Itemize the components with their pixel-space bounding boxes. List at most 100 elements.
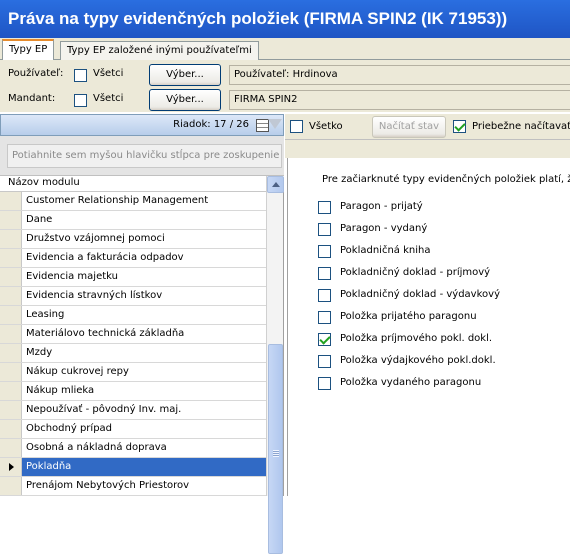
user-value: Používateľ: Hrdinova	[229, 65, 570, 85]
ep-type-option[interactable]: Pokladničná kniha	[318, 243, 568, 261]
ep-type-option[interactable]: Položka prijatého paragonu	[318, 309, 568, 327]
ep-type-checkbox[interactable]	[318, 289, 331, 302]
module-name-cell: Evidencia stravných lístkov	[26, 290, 163, 301]
continuous-load-label: Priebežne načítavať	[472, 121, 570, 132]
row-indicator-cell[interactable]	[0, 382, 22, 400]
ep-type-option[interactable]: Položka výdajkového pokl.dokl.	[318, 353, 568, 371]
module-name-cell: Nepoužívať - pôvodný Inv. maj.	[26, 404, 182, 415]
module-name-cell: Evidencia a fakturácia odpadov	[26, 252, 184, 263]
select-all-label: Všetko	[309, 121, 343, 132]
table-row[interactable]: Nepoužívať - pôvodný Inv. maj.	[0, 401, 266, 420]
table-row[interactable]: Customer Relationship Management	[0, 192, 266, 211]
table-row[interactable]: Pokladňa	[0, 458, 266, 477]
user-select-button[interactable]: Výber...	[149, 64, 221, 86]
module-name-cell: Customer Relationship Management	[26, 195, 209, 206]
table-row[interactable]: Leasing	[0, 306, 266, 325]
ep-type-label: Položka príjmového pokl. dokl.	[340, 333, 493, 344]
module-name-cell: Dane	[26, 214, 53, 225]
ep-type-checkbox[interactable]	[318, 355, 331, 368]
module-name-cell: Nákup cukrovej repy	[26, 366, 129, 377]
row-indicator-cell[interactable]	[0, 401, 22, 419]
ep-type-option[interactable]: Položka vydaného paragonu	[318, 375, 568, 393]
module-grid: Riadok: 17 / 26 Potiahnite sem myšou hla…	[0, 114, 284, 554]
row-indicator-cell[interactable]	[0, 477, 22, 495]
row-indicator-cell[interactable]	[0, 268, 22, 286]
ep-type-checkbox[interactable]	[318, 267, 331, 280]
user-all-checkbox[interactable]	[74, 69, 87, 82]
module-name-cell: Družstvo vzájomnej pomoci	[26, 233, 165, 244]
ep-type-option[interactable]: Paragon - prijatý	[318, 199, 568, 217]
table-row[interactable]: Osobná a nákladná doprava	[0, 439, 266, 458]
ep-type-label: Pokladničná kniha	[340, 245, 431, 256]
table-row[interactable]: Evidencia majetku	[0, 268, 266, 287]
mandant-all-label: Všetci	[93, 93, 124, 104]
ep-type-checkbox[interactable]	[318, 201, 331, 214]
grid-scrollbar[interactable]	[266, 176, 284, 554]
row-indicator-cell[interactable]	[0, 458, 22, 476]
row-indicator-cell[interactable]	[0, 230, 22, 248]
module-name-cell: Osobná a nákladná doprava	[26, 442, 167, 453]
row-indicator-cell[interactable]	[0, 325, 22, 343]
column-header-module-name[interactable]: Názov modulu	[0, 176, 284, 192]
load-state-button[interactable]: Načítať stav	[372, 116, 446, 138]
mandant-all-checkbox[interactable]	[74, 94, 87, 107]
ep-type-option[interactable]: Pokladničný doklad - príjmový	[318, 265, 568, 283]
ep-type-label: Paragon - vydaný	[340, 223, 428, 234]
tab-strip: Typy EP Typy EP založené inými používate…	[0, 38, 570, 61]
tab-typy-ep[interactable]: Typy EP	[2, 39, 55, 61]
module-name-cell: Evidencia majetku	[26, 271, 118, 282]
table-row[interactable]: Družstvo vzájomnej pomoci	[0, 230, 266, 249]
ep-type-option[interactable]: Položka príjmového pokl. dokl.	[318, 331, 568, 349]
row-indicator-cell[interactable]	[0, 363, 22, 381]
ep-type-checkbox[interactable]	[318, 333, 331, 346]
ep-type-checkbox[interactable]	[318, 223, 331, 236]
table-row[interactable]: Evidencia stravných lístkov	[0, 287, 266, 306]
ep-type-option[interactable]: Pokladničný doklad - výdavkový	[318, 287, 568, 305]
table-row[interactable]: Nákup cukrovej repy	[0, 363, 266, 382]
ep-type-option[interactable]: Paragon - vydaný	[318, 221, 568, 239]
module-name-cell: Mzdy	[26, 347, 53, 358]
table-row[interactable]: Obchodný prípad	[0, 420, 266, 439]
window-title: Práva na typy evidenčných položiek (FIRM…	[0, 0, 570, 38]
continuous-load-checkbox[interactable]	[453, 120, 466, 133]
row-indicator-cell[interactable]	[0, 192, 22, 210]
scroll-thumb[interactable]	[268, 344, 283, 554]
ep-type-label: Položka vydaného paragonu	[340, 377, 482, 388]
filter-icon[interactable]	[268, 119, 282, 129]
row-indicator-cell[interactable]	[0, 439, 22, 457]
module-name-cell: Nákup mlieka	[26, 385, 95, 396]
grid-toolbar: Riadok: 17 / 26	[0, 114, 284, 136]
module-name-cell: Pokladňa	[26, 461, 72, 472]
row-indicator-cell[interactable]	[0, 211, 22, 229]
group-panel: Potiahnite sem myšou hlavičku stĺpca pre…	[0, 136, 284, 176]
mandant-select-button[interactable]: Výber...	[149, 89, 221, 111]
table-row[interactable]: Nákup mlieka	[0, 382, 266, 401]
user-all-label: Všetci	[93, 68, 124, 79]
row-indicator-cell[interactable]	[0, 249, 22, 267]
tab-typy-ep-other-users[interactable]: Typy EP založené inými používateľmi	[60, 41, 259, 60]
table-row[interactable]: Prenájom Nebytových Priestorov	[0, 477, 266, 496]
rights-toolbar: Všetko Načítať stav Priebežne načítavať	[285, 114, 570, 140]
rights-description: Pre začiarknuté typy evidenčných položie…	[322, 174, 570, 185]
row-indicator-cell[interactable]	[0, 420, 22, 438]
table-row[interactable]: Dane	[0, 211, 266, 230]
table-row[interactable]: Mzdy	[0, 344, 266, 363]
scroll-up-button[interactable]	[267, 176, 284, 193]
ep-type-checkbox[interactable]	[318, 377, 331, 390]
mandant-filter-row: Mandant: Všetci Výber... FIRMA SPIN2	[0, 88, 570, 112]
row-indicator-cell[interactable]	[0, 344, 22, 362]
scroll-grip-icon	[273, 450, 279, 457]
module-name-cell: Leasing	[26, 309, 65, 320]
ep-type-checkbox[interactable]	[318, 245, 331, 258]
rights-content: Pre začiarknuté typy evidenčných položie…	[287, 158, 570, 496]
mandant-value: FIRMA SPIN2	[229, 90, 570, 110]
panel-separator	[285, 140, 570, 158]
rights-panel: Všetko Načítať stav Priebežne načítavať …	[285, 114, 570, 496]
group-drop-area[interactable]: Potiahnite sem myšou hlavičku stĺpca pre…	[7, 144, 282, 168]
table-row[interactable]: Materiálovo technická základňa	[0, 325, 266, 344]
ep-type-checkbox[interactable]	[318, 311, 331, 324]
table-row[interactable]: Evidencia a fakturácia odpadov	[0, 249, 266, 268]
row-indicator-cell[interactable]	[0, 287, 22, 305]
row-indicator-cell[interactable]	[0, 306, 22, 324]
select-all-checkbox[interactable]	[290, 120, 303, 133]
